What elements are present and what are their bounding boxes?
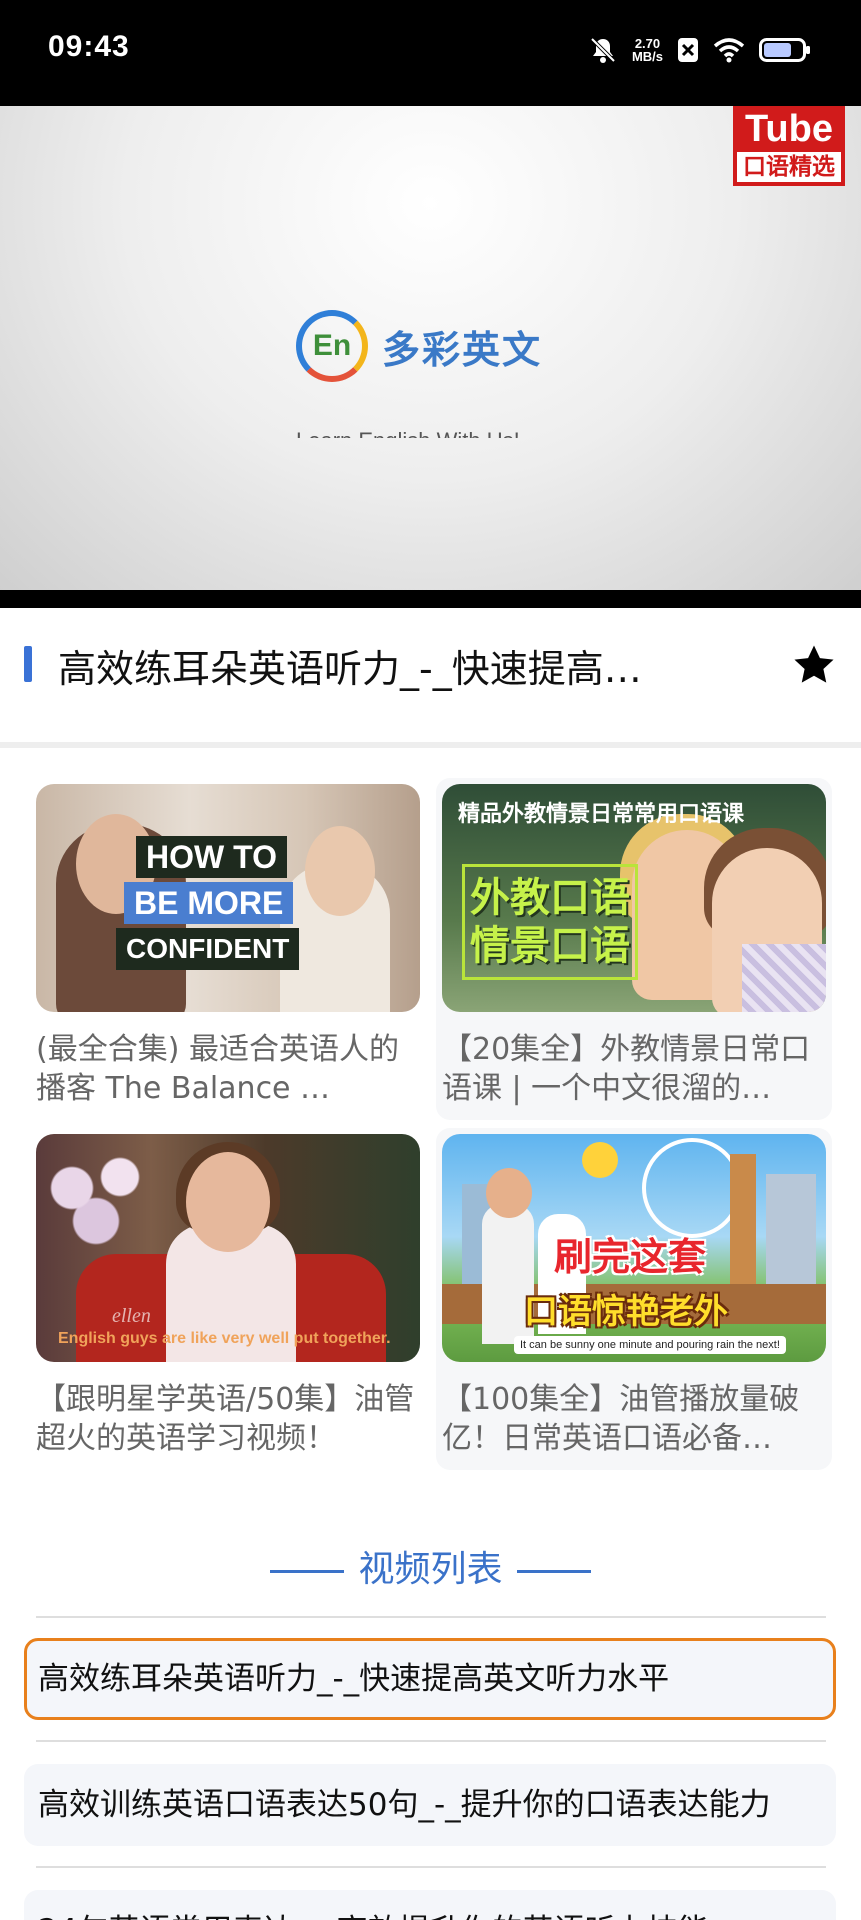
logo-text: 多彩英文	[382, 327, 543, 372]
thumb-text: BE MORE	[124, 882, 294, 924]
logo-mark: En	[296, 310, 368, 382]
thumb-caption: It can be sunny one minute and pouring r…	[514, 1336, 786, 1354]
player-progress-strip	[0, 590, 861, 608]
wifi-icon	[713, 38, 745, 63]
video-thumbnail[interactable]: 刷完这套 口语惊艳老外 It can be sunny one minute a…	[442, 1134, 826, 1362]
thumb-text-line: 情景口语	[470, 923, 630, 969]
video-thumbnail[interactable]: HOW TO BE MORE CONFIDENT	[36, 784, 420, 1012]
status-time: 09:43	[48, 30, 130, 63]
list-divider	[36, 1866, 826, 1868]
heading-line-right	[516, 1569, 591, 1573]
logo-subtitle: Learn English With Us!	[296, 424, 566, 438]
thumb-text: 外教口语 情景口语	[470, 874, 630, 970]
status-icons: 2.70 MB/s	[588, 32, 811, 68]
thumb-text: 刷完这套	[554, 1235, 707, 1279]
heading-line-left	[270, 1569, 345, 1573]
recommendation-card[interactable]: 精品外教情景日常常用口语课 外教口语 情景口语 【20集全】外教情景日常口语课 …	[436, 778, 832, 1120]
video-list-heading-text: 视频列表	[358, 1549, 503, 1590]
thumb-text-line: 外教口语	[470, 875, 630, 921]
list-item[interactable]: 24句英语常用表达_-_高效提升你的英语听力技能	[24, 1890, 836, 1920]
video-logo: En 多彩英文	[296, 310, 542, 382]
thumb-text: CONFIDENT	[116, 928, 300, 970]
thumb-clock-tower	[730, 1154, 756, 1284]
badge-top-text: Tube	[745, 108, 833, 150]
thumb-figure-head	[186, 1152, 270, 1252]
list-divider	[36, 1616, 826, 1618]
thumb-shirt	[742, 944, 826, 1012]
thumb-watermark: ellen	[112, 1305, 151, 1327]
thumb-text: 口语惊艳老外	[524, 1292, 728, 1332]
recommendation-title[interactable]: 【20集全】外教情景日常口语课 | 一个中文很溜的…	[442, 1030, 826, 1108]
recommendation-title[interactable]: 【跟明星学英语/50集】油管超火的英语学习视频！	[36, 1380, 420, 1458]
video-title: 高效练耳朵英语听力_-_快速提高…	[58, 647, 642, 691]
badge-bottom-text: 口语精选	[737, 152, 841, 182]
recommendation-grid: HOW TO BE MORE CONFIDENT (最全合集) 最适合英语人的播…	[0, 748, 861, 1488]
status-bar: 09:43 2.70 MB/s	[0, 0, 861, 106]
thumb-building	[766, 1174, 816, 1294]
video-thumbnail[interactable]: 精品外教情景日常常用口语课 外教口语 情景口语	[442, 784, 826, 1012]
thumb-flowers	[36, 1144, 156, 1254]
video-thumbnail[interactable]: ellen English guys are like very well pu…	[36, 1134, 420, 1362]
thumb-subtitle: English guys are like very well put toge…	[58, 1330, 391, 1347]
list-item-active[interactable]: 高效练耳朵英语听力_-_快速提高英文听力水平	[24, 1638, 836, 1720]
list-item[interactable]: 高效训练英语口语表达50句_-_提升你的口语表达能力	[24, 1764, 836, 1846]
video-list-heading: 视频列表	[0, 1540, 861, 1592]
app-screen: 09:43 2.70 MB/s Tube 口语精选 En 多彩英文 高效练耳朵英…	[0, 0, 861, 1920]
sim-x-icon	[678, 38, 698, 62]
thumb-figure-head	[486, 1168, 532, 1218]
channel-badge: Tube 口语精选	[733, 106, 845, 186]
thumb-text: 精品外教情景日常常用口语课	[458, 802, 745, 827]
favorite-star-icon[interactable]	[791, 642, 837, 688]
battery-icon	[759, 38, 810, 62]
video-player[interactable]: Tube 口语精选 En 多彩英文 Learn English With Us!	[0, 106, 861, 592]
video-title-bar: 高效练耳朵英语听力_-_快速提高…	[0, 608, 861, 744]
recommendation-card[interactable]: 刷完这套 口语惊艳老外 It can be sunny one minute a…	[436, 1128, 832, 1470]
recommendation-card[interactable]: ellen English guys are like very well pu…	[36, 1134, 420, 1458]
speed-unit: MB/s	[631, 49, 663, 64]
network-speed: 2.70 MB/s	[632, 37, 663, 63]
recommendation-title[interactable]: 【100集全】油管播放量破亿！日常英语口语必备…	[442, 1380, 826, 1458]
thumb-text: HOW TO	[136, 836, 287, 878]
recommendation-title[interactable]: (最全合集) 最适合英语人的播客 The Balance …	[36, 1030, 420, 1108]
thumb-ferris-wheel	[642, 1138, 742, 1238]
mute-bell-icon	[590, 37, 616, 63]
thumb-figure-head	[305, 826, 375, 916]
recommendation-card[interactable]: HOW TO BE MORE CONFIDENT (最全合集) 最适合英语人的播…	[36, 784, 420, 1108]
thumb-sun	[582, 1142, 618, 1178]
title-accent-bar	[24, 646, 32, 682]
list-divider	[36, 1740, 826, 1742]
